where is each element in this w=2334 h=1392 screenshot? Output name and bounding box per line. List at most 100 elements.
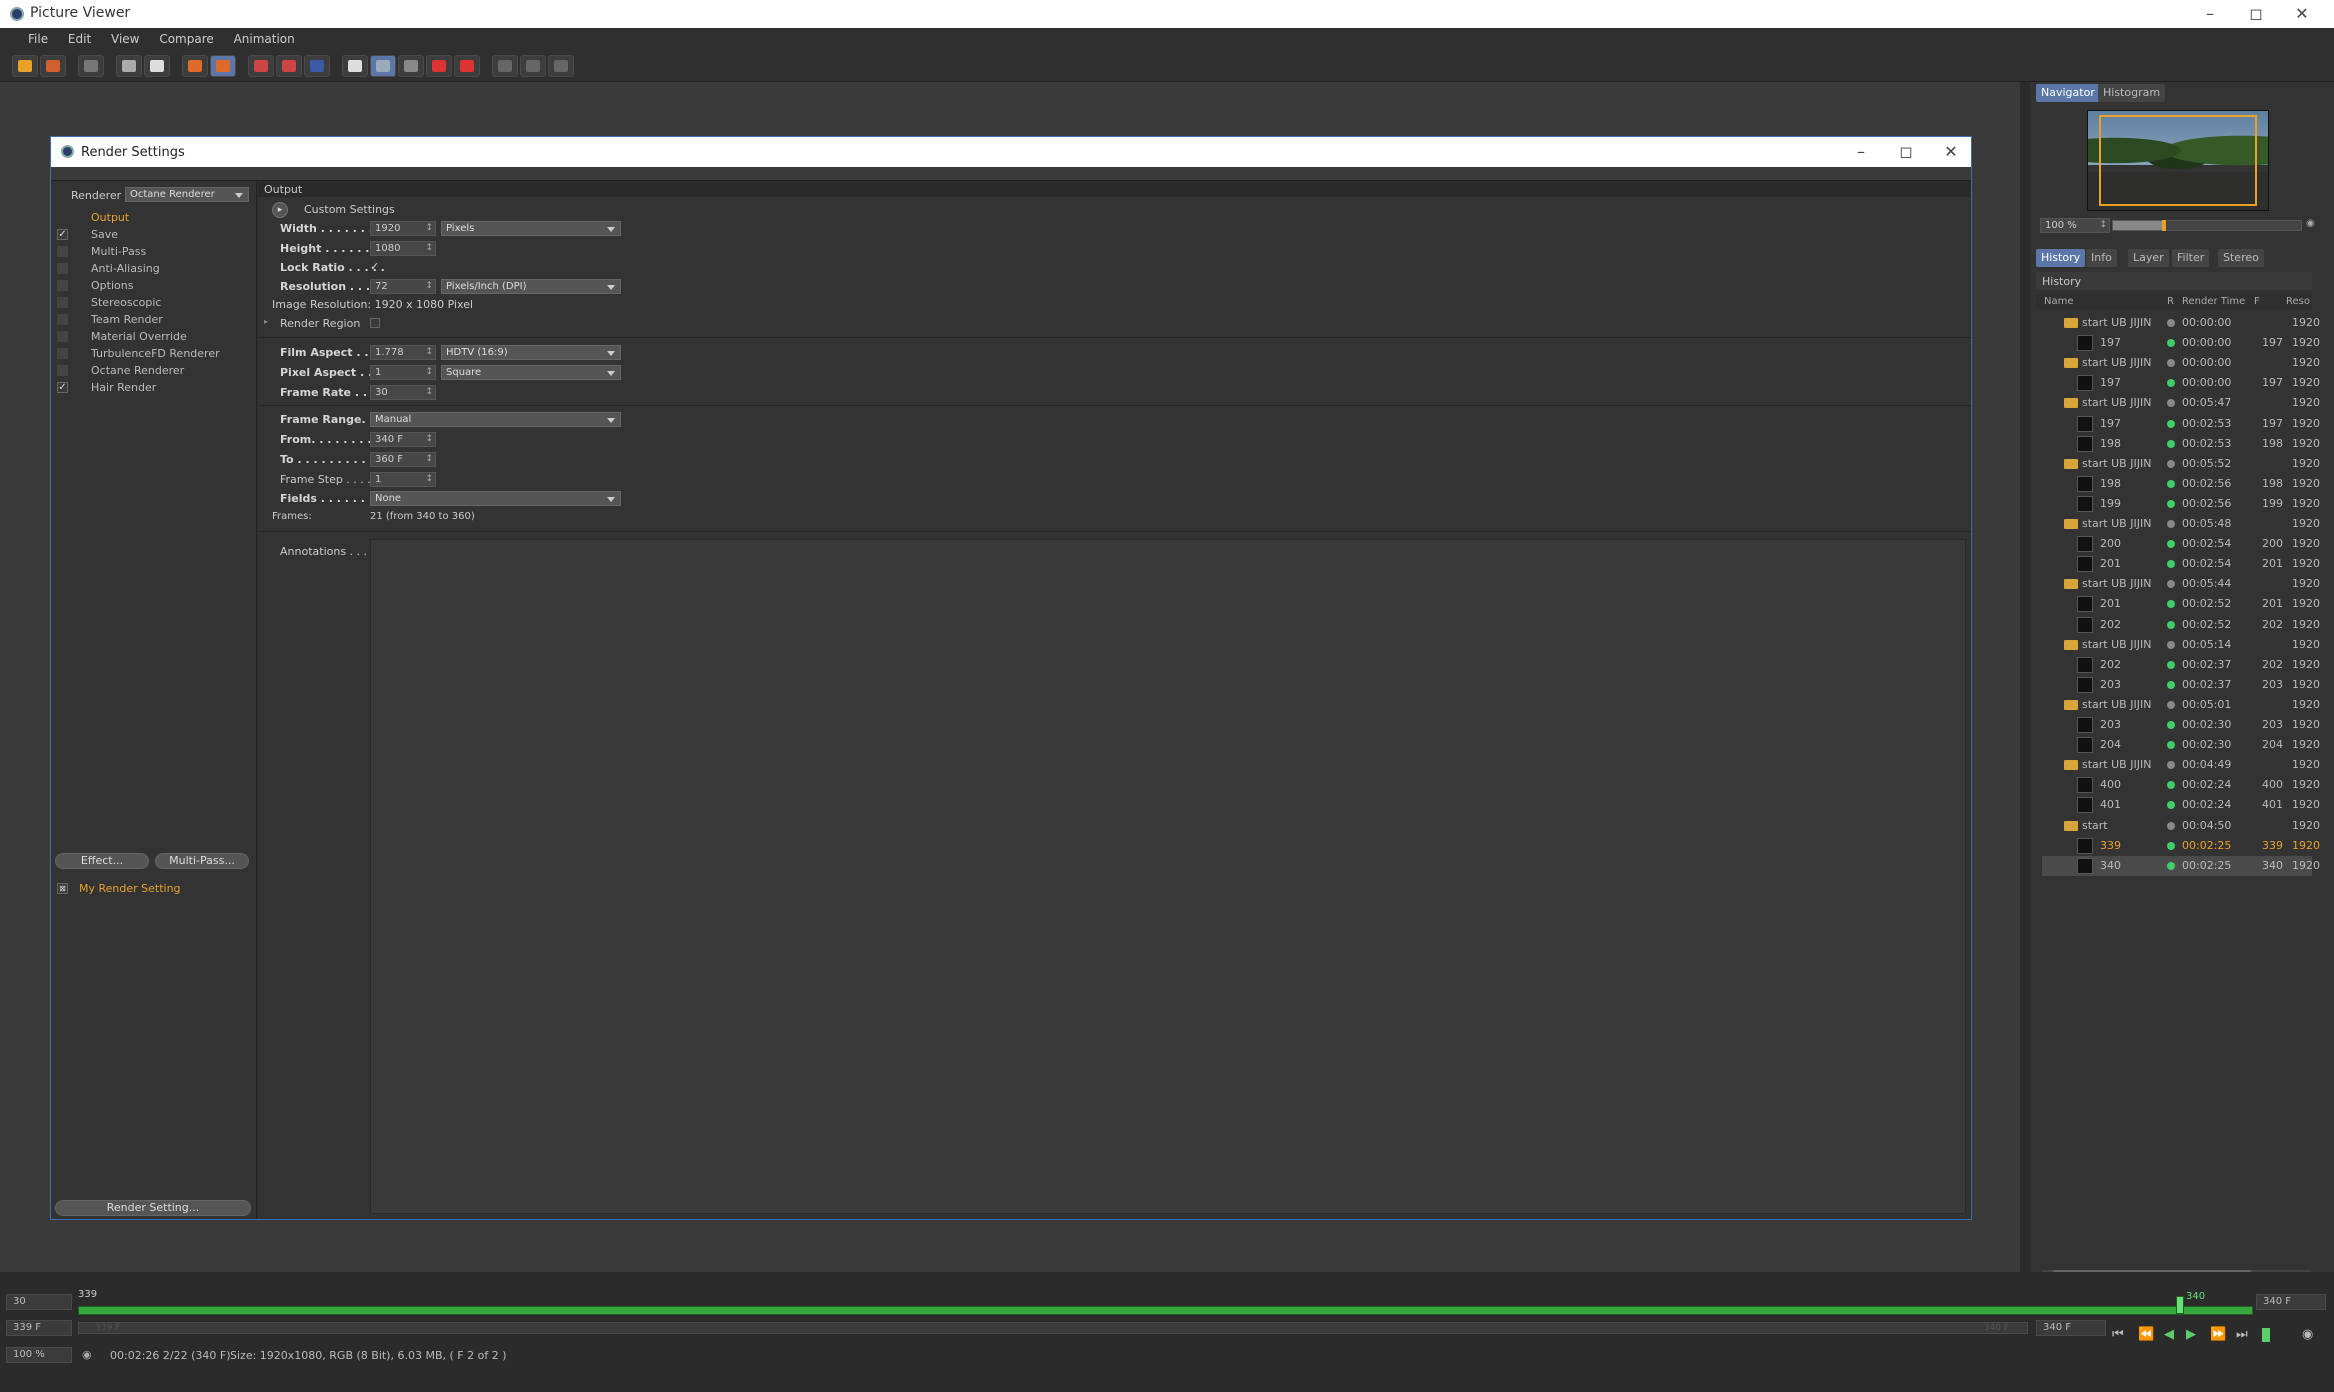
settings-item-hair-render[interactable]: ✓ Hair Render — [51, 379, 257, 396]
history-group-row[interactable]: start UB JIJIN 00:05:52 1920 — [2042, 454, 2320, 474]
compare-split-icon[interactable] — [370, 55, 396, 77]
timeline-playhead[interactable] — [2176, 1296, 2184, 1314]
layout-2-icon[interactable] — [520, 55, 546, 77]
settings-item-checkbox[interactable] — [57, 331, 68, 342]
renderer-dropdown[interactable]: Octane Renderer — [125, 187, 249, 202]
scrub-bar[interactable]: 339 F 340 F — [78, 1322, 2028, 1334]
settings-item-checkbox[interactable] — [57, 314, 68, 325]
dialog-minimize-button[interactable]: – — [1841, 140, 1881, 164]
tab-layer[interactable]: Layer — [2128, 249, 2169, 267]
settings-item-stereoscopic[interactable]: Stereoscopic — [51, 294, 257, 311]
timeline-start-field[interactable]: 30 — [6, 1294, 72, 1310]
tab-navigator[interactable]: Navigator — [2036, 84, 2100, 102]
render-icon[interactable] — [304, 55, 330, 77]
history-group-row[interactable]: start UB JIJIN 00:04:49 1920 — [2042, 755, 2320, 775]
history-row[interactable]: 201 00:02:54 201 1920 — [2042, 554, 2320, 574]
menu-edit[interactable]: Edit — [60, 28, 99, 50]
menu-view[interactable]: View — [103, 28, 147, 50]
settings-item-checkbox[interactable]: ✓ — [57, 382, 68, 393]
col-frame[interactable]: F — [2254, 296, 2260, 307]
to-input[interactable]: 360 F — [370, 452, 436, 467]
history-group-row[interactable]: start UB JIJIN 00:05:44 1920 — [2042, 574, 2320, 594]
resolution-unit-dropdown[interactable]: Pixels/Inch (DPI) — [441, 279, 621, 294]
col-name[interactable]: Name — [2044, 296, 2074, 307]
history-row[interactable]: 197 00:02:53 197 1920 — [2042, 414, 2320, 434]
region-render-icon[interactable] — [276, 55, 302, 77]
settings-item-checkbox[interactable] — [57, 246, 68, 257]
go-start-icon[interactable]: ⏮ — [2112, 1327, 2124, 1342]
history-row[interactable]: 198 00:02:53 198 1920 — [2042, 434, 2320, 454]
history-group-row[interactable]: start 00:04:50 1920 — [2042, 816, 2320, 836]
settings-item-checkbox[interactable] — [57, 348, 68, 359]
close-button[interactable]: ✕ — [2282, 2, 2322, 26]
layout-1-icon[interactable] — [492, 55, 518, 77]
col-r[interactable]: R — [2167, 296, 2174, 307]
col-render-time[interactable]: Render Time — [2182, 296, 2245, 307]
history-row[interactable]: 400 00:02:24 400 1920 — [2042, 775, 2320, 795]
settings-item-checkbox[interactable] — [57, 365, 68, 376]
render-setting-toggle-icon[interactable]: ⊠ — [57, 883, 68, 894]
settings-item-checkbox[interactable] — [57, 263, 68, 274]
history-group-row[interactable]: start UB JIJIN 00:05:47 1920 — [2042, 393, 2320, 413]
history-row[interactable]: 203 00:02:30 203 1920 — [2042, 715, 2320, 735]
fit-view-icon[interactable] — [116, 55, 142, 77]
frame-range-dropdown[interactable]: Manual — [370, 412, 621, 427]
timeline-end-field[interactable]: 340 F — [2256, 1294, 2326, 1310]
annotations-textarea[interactable] — [370, 539, 1966, 1214]
preset-arrow-icon[interactable]: ▸ — [272, 202, 288, 218]
minimize-button[interactable]: – — [2190, 2, 2230, 26]
history-row[interactable]: 199 00:02:56 199 1920 — [2042, 494, 2320, 514]
timeline-range-bar[interactable] — [78, 1306, 2253, 1315]
navigator-zoom-slider[interactable] — [2112, 220, 2302, 231]
settings-item-checkbox[interactable] — [57, 280, 68, 291]
col-resolution[interactable]: Reso — [2286, 296, 2310, 307]
options-icon[interactable]: ◉ — [2302, 1327, 2313, 1342]
open-file-icon[interactable] — [12, 55, 38, 77]
history-group-row[interactable]: start UB JIJIN 00:05:48 1920 — [2042, 514, 2320, 534]
compare-ab-icon[interactable] — [342, 55, 368, 77]
history-row[interactable]: 197 00:00:00 197 1920 — [2042, 333, 2320, 353]
history-row[interactable]: 203 00:02:37 203 1920 — [2042, 675, 2320, 695]
history-row[interactable]: 401 00:02:24 401 1920 — [2042, 795, 2320, 815]
history-row[interactable]: 197 00:00:00 197 1920 — [2042, 373, 2320, 393]
menu-compare[interactable]: Compare — [151, 28, 221, 50]
pixel-aspect-dropdown[interactable]: Square — [441, 365, 621, 380]
from-input[interactable]: 340 F — [370, 432, 436, 447]
width-unit-dropdown[interactable]: Pixels — [441, 221, 621, 236]
tab-filter[interactable]: Filter — [2172, 249, 2210, 267]
render-region-expand-icon[interactable]: ▸ — [264, 317, 268, 326]
render-region-checkbox[interactable] — [370, 318, 380, 328]
settings-item-material-override[interactable]: Material Override — [51, 328, 257, 345]
render-setting-item[interactable]: ⊠ My Render Setting — [51, 880, 257, 897]
menu-animation[interactable]: Animation — [226, 28, 303, 50]
history-row[interactable]: 340 00:02:25 340 1920 — [2042, 855, 2320, 876]
frame-step-input[interactable]: 1 — [370, 472, 436, 487]
history-row[interactable]: 339 00:02:25 339 1920 — [2042, 836, 2320, 856]
grid-icon[interactable] — [78, 55, 104, 77]
settings-item-octane-renderer[interactable]: Octane Renderer — [51, 362, 257, 379]
dialog-close-button[interactable]: ✕ — [1931, 140, 1971, 164]
settings-item-team-render[interactable]: Team Render — [51, 311, 257, 328]
settings-item-multi-pass[interactable]: Multi-Pass — [51, 243, 257, 260]
film-aspect-input[interactable]: 1.778 — [370, 345, 436, 360]
compare-swap-icon[interactable] — [398, 55, 424, 77]
dialog-maximize-button[interactable]: ◻ — [1886, 140, 1926, 164]
play-forward-icon[interactable]: ▶ — [2186, 1327, 2196, 1342]
zoom-field[interactable]: 100 % — [6, 1347, 72, 1363]
set-b-icon[interactable] — [454, 55, 480, 77]
play-backward-icon[interactable]: ◀ — [2164, 1327, 2174, 1342]
tab-histogram[interactable]: Histogram — [2098, 84, 2166, 102]
history-group-row[interactable]: start UB JIJIN 00:05:01 1920 — [2042, 695, 2320, 715]
history-group-row[interactable]: start UB JIJIN 00:00:00 1920 — [2042, 313, 2320, 333]
resolution-input[interactable]: 72 — [370, 279, 436, 294]
settings-item-turbulencefd-renderer[interactable]: TurbulenceFD Renderer — [51, 345, 257, 362]
render-setting-button[interactable]: Render Setting... — [55, 1200, 251, 1216]
tab-history[interactable]: History — [2036, 249, 2086, 267]
history-group-row[interactable]: start UB JIJIN 00:00:00 1920 — [2042, 353, 2320, 373]
region-icon[interactable] — [248, 55, 274, 77]
go-end-icon[interactable]: ⏭ — [2236, 1327, 2248, 1342]
maximize-button[interactable]: ◻ — [2236, 2, 2276, 26]
tab-info[interactable]: Info — [2086, 249, 2117, 267]
film-aspect-dropdown[interactable]: HDTV (16:9) — [441, 345, 621, 360]
frame-rate-input[interactable]: 30 — [370, 385, 436, 400]
